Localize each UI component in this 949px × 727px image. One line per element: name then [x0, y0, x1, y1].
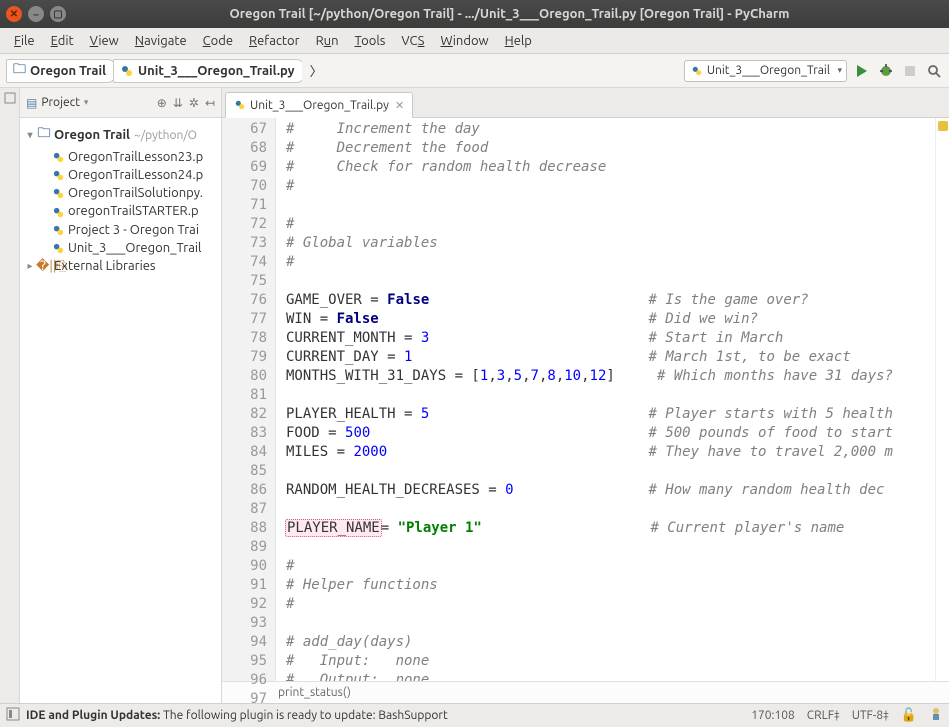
menubar: File Edit View Navigate Code Refactor Ru… — [0, 28, 949, 54]
code-editor[interactable]: 6768697071727374757677787980818283848586… — [222, 118, 949, 681]
python-file-icon — [120, 63, 134, 78]
python-file-icon — [50, 186, 66, 200]
run-config-selector[interactable]: Unit_3___Oregon_Trail — [684, 60, 847, 82]
python-file-icon — [50, 150, 66, 164]
window-minimize-icon[interactable]: – — [28, 6, 44, 22]
editor-breadcrumb[interactable]: print_status() — [222, 681, 949, 703]
python-file-icon — [50, 204, 66, 218]
tree-expand-icon[interactable]: ▾ — [24, 129, 36, 141]
menu-refactor[interactable]: Refactor — [241, 32, 308, 50]
external-libs-icon: �||⎘ — [36, 259, 52, 274]
editor-tab[interactable]: Unit_3___Oregon_Trail.py ✕ — [225, 92, 413, 118]
hector-icon[interactable] — [929, 707, 943, 724]
project-icon: ▤ — [26, 96, 37, 110]
tree-file-label: OregonTrailSolutionpy. — [68, 186, 203, 200]
tree-file[interactable]: Project 3 - Oregon Trai — [20, 221, 221, 239]
statusbar: IDE and Plugin Updates: The following pl… — [0, 703, 949, 727]
editor-tabbar: Unit_3___Oregon_Trail.py ✕ — [222, 88, 949, 118]
editor-tab-label: Unit_3___Oregon_Trail.py — [250, 99, 389, 112]
python-file-icon — [50, 223, 66, 237]
editor-error-stripe[interactable] — [935, 118, 949, 681]
menu-window[interactable]: Window — [432, 32, 496, 50]
menu-navigate[interactable]: Navigate — [127, 32, 195, 50]
menu-tools[interactable]: Tools — [347, 32, 394, 50]
tree-root[interactable]: ▾ 🗀 Oregon Trail ~/python/O — [20, 122, 221, 148]
breadcrumb-end: 〉 — [302, 59, 331, 83]
breadcrumb: 🗀 Oregon Trail Unit_3___Oregon_Trail.py … — [6, 59, 684, 83]
main-split: ▤ Project ▾ ⊕ ⇊ ✲ ↤ ▾ 🗀 Oregon Trail ~/p… — [0, 88, 949, 703]
menu-help[interactable]: Help — [497, 32, 540, 50]
editor-area: Unit_3___Oregon_Trail.py ✕ 6768697071727… — [222, 88, 949, 703]
left-tool-strip — [0, 88, 20, 703]
tree-file-label: oregonTrailSTARTER.p — [68, 204, 199, 218]
tree-file[interactable]: oregonTrailSTARTER.p — [20, 202, 221, 220]
line-gutter: 6768697071727374757677787980818283848586… — [222, 118, 276, 681]
python-file-icon — [50, 241, 66, 255]
window-close-icon[interactable]: ✕ — [6, 6, 22, 22]
file-encoding[interactable]: UTF-8‡ — [852, 709, 889, 722]
tree-file-label: Unit_3___Oregon_Trail — [68, 241, 201, 255]
run-config-label: Unit_3___Oregon_Trail — [707, 64, 830, 77]
tree-file[interactable]: OregonTrailLesson23.p — [20, 148, 221, 166]
project-tool-header: ▤ Project ▾ ⊕ ⇊ ✲ ↤ — [20, 88, 221, 118]
breadcrumb-file[interactable]: Unit_3___Oregon_Trail.py — [113, 59, 306, 83]
breadcrumb-root-label: Oregon Trail — [30, 64, 106, 78]
folder-icon: 🗀 — [36, 124, 52, 146]
status-icon[interactable] — [6, 707, 20, 724]
collapse-all-icon[interactable]: ⇊ — [173, 96, 183, 110]
tree-external-libs[interactable]: ▸ �||⎘ External Libraries — [20, 257, 221, 276]
settings-gear-icon[interactable]: ✲ — [189, 96, 199, 110]
navbar: 🗀 Oregon Trail Unit_3___Oregon_Trail.py … — [0, 54, 949, 88]
line-separator[interactable]: CRLF‡ — [807, 709, 840, 722]
close-icon[interactable]: ✕ — [395, 99, 404, 112]
tree-root-path: ~/python/O — [134, 129, 197, 142]
run-button[interactable] — [853, 62, 871, 80]
tool-strip-icon[interactable] — [4, 92, 16, 104]
hide-tool-icon[interactable]: ↤ — [205, 96, 215, 110]
code-content[interactable]: # Increment the day# Decrement the food#… — [276, 118, 935, 681]
folder-icon: 🗀 — [13, 60, 26, 82]
menu-code[interactable]: Code — [195, 32, 241, 50]
window-maximize-icon[interactable]: ▢ — [50, 6, 66, 22]
search-everywhere-button[interactable] — [925, 62, 943, 80]
project-tool-title: Project — [41, 96, 80, 109]
menu-file[interactable]: File — [6, 32, 43, 50]
tree-file[interactable]: OregonTrailSolutionpy. — [20, 184, 221, 202]
python-file-icon — [50, 168, 66, 182]
tree-file[interactable]: OregonTrailLesson24.p — [20, 166, 221, 184]
tree-expand-icon[interactable]: ▸ — [24, 260, 36, 272]
tree-file[interactable]: Unit_3___Oregon_Trail — [20, 239, 221, 257]
status-message-label: IDE and Plugin Updates: — [26, 709, 160, 722]
status-message-body: The following plugin is ready to update:… — [163, 709, 448, 722]
project-tool-window: ▤ Project ▾ ⊕ ⇊ ✲ ↤ ▾ 🗀 Oregon Trail ~/p… — [20, 88, 222, 703]
breadcrumb-file-label: Unit_3___Oregon_Trail.py — [138, 64, 295, 78]
warning-marker-icon[interactable] — [938, 121, 948, 131]
menu-view[interactable]: View — [82, 32, 127, 50]
tree-file-label: Project 3 - Oregon Trai — [68, 223, 199, 237]
project-tree[interactable]: ▾ 🗀 Oregon Trail ~/python/O OregonTrailL… — [20, 118, 221, 703]
chevron-down-icon[interactable]: ▾ — [84, 97, 89, 108]
menu-edit[interactable]: Edit — [43, 32, 82, 50]
status-message[interactable]: IDE and Plugin Updates: The following pl… — [26, 709, 751, 722]
python-file-icon — [234, 99, 246, 111]
caret-position[interactable]: 170:108 — [751, 709, 795, 722]
scroll-from-source-icon[interactable]: ⊕ — [157, 96, 167, 110]
titlebar: ✕ – ▢ Oregon Trail [~/python/Oregon Trai… — [0, 0, 949, 28]
tree-file-label: OregonTrailLesson24.p — [68, 168, 203, 182]
debug-button[interactable] — [877, 62, 895, 80]
tree-external-libs-label: External Libraries — [54, 259, 156, 273]
menu-vcs[interactable]: VCS — [393, 32, 432, 50]
tree-file-label: OregonTrailLesson23.p — [68, 150, 203, 164]
tree-root-label: Oregon Trail — [54, 128, 130, 142]
window-title: Oregon Trail [~/python/Oregon Trail] - .… — [76, 7, 943, 21]
editor-breadcrumb-label: print_status() — [278, 686, 351, 699]
readonly-lock-icon[interactable]: 🔓 — [901, 708, 917, 723]
stop-button — [901, 62, 919, 80]
menu-run[interactable]: Run — [308, 32, 347, 50]
breadcrumb-root[interactable]: 🗀 Oregon Trail — [6, 59, 117, 83]
